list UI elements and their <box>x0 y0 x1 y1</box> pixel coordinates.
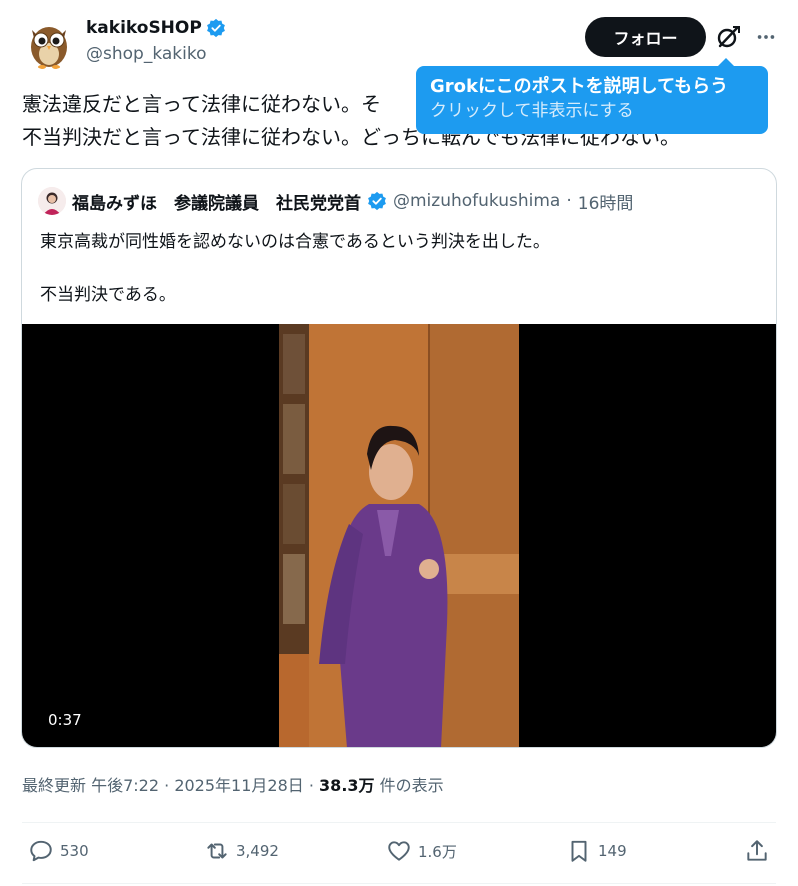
like-button[interactable]: 1.6万 <box>386 838 457 864</box>
like-count: 1.6万 <box>418 842 457 861</box>
grok-icon[interactable] <box>714 23 742 51</box>
bookmark-icon <box>571 840 587 862</box>
video-thumbnail[interactable] <box>279 324 519 747</box>
separator-dot: · <box>164 776 170 795</box>
video-player[interactable]: 0:37 <box>22 324 776 747</box>
divider <box>22 822 776 823</box>
quoted-post-header: 福島みずほ 参議院議員 社民党党首 @mizuhofukushima · 16時… <box>38 187 633 215</box>
view-count-label: 件の表示 <box>379 776 444 795</box>
quoted-post[interactable]: 福島みずほ 参議院議員 社民党党首 @mizuhofukushima · 16時… <box>21 168 777 748</box>
tooltip-title: Grokにこのポストを説明してもらう <box>430 76 729 97</box>
repost-button[interactable]: 3,492 <box>204 838 279 864</box>
verified-badge-icon <box>206 18 226 38</box>
quoted-post-text-2: 不当判決である。 <box>40 285 176 305</box>
author-handle[interactable]: @shop_kakiko <box>86 44 207 64</box>
separator-dot: · <box>308 776 314 795</box>
author-display-name[interactable]: kakikoSHOP <box>86 18 202 38</box>
quoted-author-name[interactable]: 福島みずほ 参議院議員 社民党党首 <box>72 189 361 214</box>
bookmark-button[interactable]: 149 <box>566 838 627 864</box>
repost-count: 3,492 <box>236 842 279 860</box>
reply-icon <box>30 840 52 862</box>
reply-count: 530 <box>60 842 89 860</box>
reply-button[interactable]: 530 <box>28 838 89 864</box>
post-header: kakikoSHOP @shop_kakiko フォロー <box>20 14 780 74</box>
more-options-icon[interactable] <box>752 23 780 51</box>
follow-button[interactable]: フォロー <box>585 17 706 57</box>
post-actions-bar: 530 3,492 1.6万 149 <box>22 838 776 872</box>
verified-badge-icon <box>367 191 387 211</box>
quoted-post-text-1: 東京高裁が同性婚を認めないのは合憲であるという判決を出した。 <box>40 232 550 252</box>
quoted-author-handle[interactable]: @mizuhofukushima <box>393 191 560 211</box>
bookmark-count: 149 <box>598 842 627 860</box>
heart-icon <box>388 841 410 861</box>
quoted-author-avatar[interactable] <box>38 187 66 215</box>
divider <box>22 883 776 884</box>
author-name-row[interactable]: kakikoSHOP <box>86 18 226 38</box>
post-date[interactable]: 2025年11月28日 <box>174 776 303 795</box>
separator-dot: · <box>566 191 572 211</box>
share-icon <box>747 840 767 861</box>
post-metadata: 最終更新 午後7:22 · 2025年11月28日 · 38.3万 件の表示 <box>22 772 444 796</box>
post-line-1: 憲法違反だと言って法律に従わない。そ <box>22 92 381 116</box>
quoted-post-time[interactable]: 16時間 <box>578 189 634 214</box>
updated-time[interactable]: 最終更新 午後7:22 <box>22 776 159 795</box>
repost-icon <box>207 843 227 859</box>
share-button[interactable] <box>744 838 770 864</box>
grok-explain-tooltip[interactable]: Grokにこのポストを説明してもらう クリックして非表示にする <box>416 58 768 134</box>
owl-avatar-icon <box>22 16 76 70</box>
video-duration: 0:37 <box>48 711 82 729</box>
tooltip-dismiss-hint[interactable]: クリックして非表示にする <box>430 99 754 123</box>
view-count: 38.3万 <box>319 776 375 795</box>
author-avatar[interactable] <box>22 16 76 70</box>
